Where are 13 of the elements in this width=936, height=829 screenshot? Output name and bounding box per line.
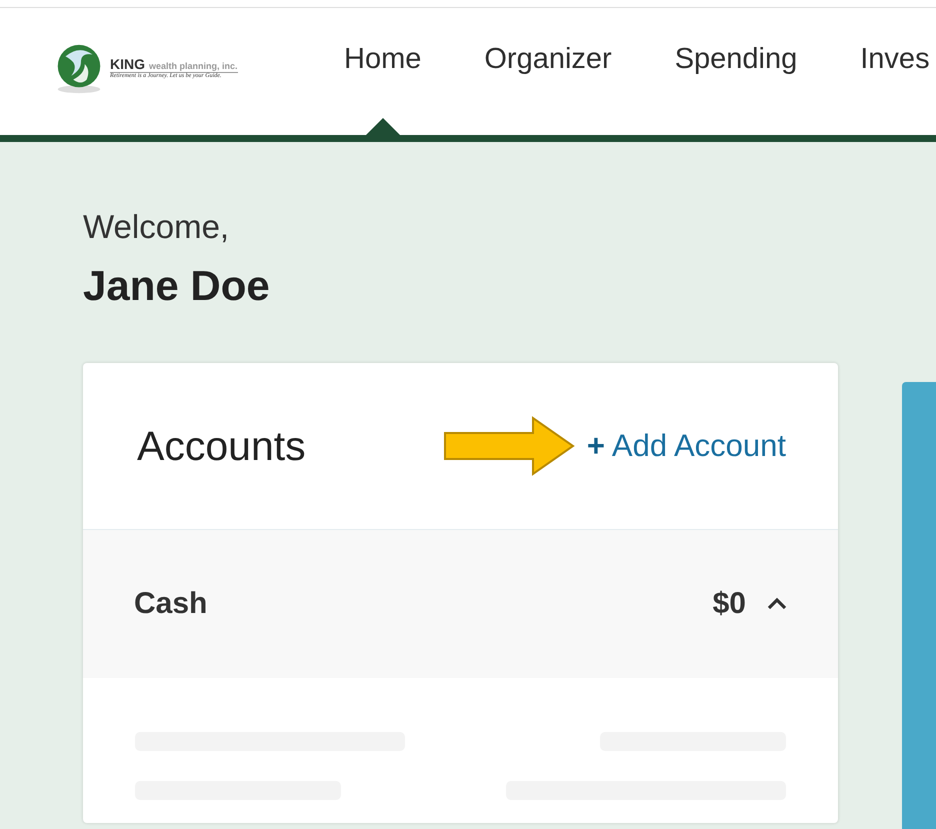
account-group-row[interactable]: Cash $0 xyxy=(83,530,838,678)
group-total: $0 xyxy=(712,587,746,621)
nav-tab[interactable]: Inves xyxy=(860,8,930,135)
nav-tab[interactable]: Home xyxy=(344,8,422,135)
logo-tagline: wealth planning, inc. xyxy=(149,61,238,71)
group-name: Cash xyxy=(134,587,208,621)
welcome-greeting: Welcome, xyxy=(83,208,230,246)
card-title: Accounts xyxy=(137,422,306,470)
add-account-link[interactable]: + Add Account xyxy=(586,428,786,464)
nav-tab[interactable]: Organizer xyxy=(484,8,612,135)
logo-name: KING xyxy=(110,56,145,72)
nav-tab[interactable]: Spending xyxy=(674,8,798,135)
user-name: Jane Doe xyxy=(83,262,271,310)
